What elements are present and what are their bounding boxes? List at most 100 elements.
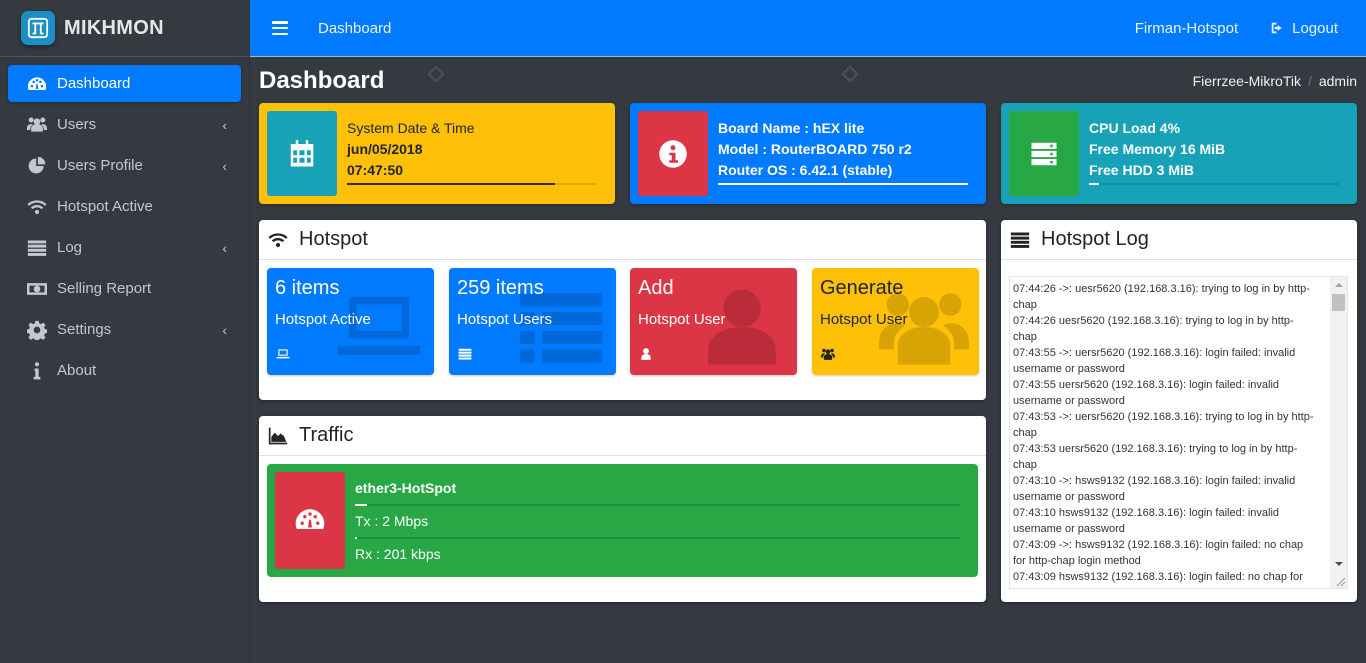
progress-fill <box>355 537 357 539</box>
hotspot-active-box[interactable]: 6 items Hotspot Active <box>267 268 434 375</box>
chevron-left-icon: ‹ <box>222 321 227 338</box>
main-content: Dashboard Fierrzee-MikroTik / admin System… <box>250 58 1366 663</box>
log-line: 07:43:09 hsws9132 (192.168.3.16): login … <box>1013 571 1303 588</box>
user-icon <box>639 347 653 361</box>
progress-fill <box>1089 183 1099 185</box>
chevron-left-icon: ‹ <box>222 239 227 256</box>
scroll-thumb[interactable] <box>1332 294 1345 311</box>
tachometer-icon <box>26 74 48 94</box>
sidebar-item-selling-report[interactable]: Selling Report <box>8 270 241 307</box>
sidebar-item-users[interactable]: Users ‹ <box>8 106 241 143</box>
traffic-card-title: Traffic <box>299 424 354 446</box>
chevron-left-icon: ‹ <box>222 116 227 133</box>
hotspot-active-label: Hotspot Active <box>275 311 371 328</box>
progress-fill <box>718 183 968 185</box>
progress-fill <box>355 504 368 506</box>
list-icon <box>458 347 472 361</box>
chevron-left-icon: ‹ <box>222 157 227 174</box>
tx-rate: Tx : 2 Mbps <box>355 513 429 529</box>
log-line: 07:44:26 ->: uesr5620 (192.168.3.16): tr… <box>1013 283 1310 311</box>
add-hotspot-user-box[interactable]: Add Hotspot User <box>630 268 797 375</box>
breadcrumb-item[interactable]: Fierrzee-MikroTik <box>1193 73 1301 89</box>
system-time: 07:47:50 <box>347 162 404 178</box>
add-user-label: Hotspot User <box>638 311 726 328</box>
info-box-datetime: System Date & Time jun/05/2018 07:47:50 <box>259 103 615 204</box>
logout-label: Logout <box>1292 19 1338 37</box>
sidebar-item-users-profile[interactable]: Users Profile ‹ <box>8 147 241 184</box>
hotspot-log-textarea[interactable]: 07:44:26 ->: uesr5620 (192.168.3.16): tr… <box>1009 276 1348 589</box>
breadcrumb-item: admin <box>1318 73 1357 89</box>
hotspot-active-count: 6 items <box>275 277 340 299</box>
users-icon <box>26 115 48 135</box>
sidebar-item-label: Users <box>57 116 97 133</box>
pie-chart-icon <box>26 156 48 176</box>
log-line: 07:43:55 ->: uersr5620 (192.168.3.16): l… <box>1013 347 1296 375</box>
hotspot-users-count: 259 items <box>457 277 544 299</box>
generate-user-label: Hotspot User <box>820 311 908 328</box>
router-os: Router OS : 6.42.1 (stable) <box>718 162 893 178</box>
laptop-icon <box>276 347 290 361</box>
generate-user-title: Generate <box>820 277 904 299</box>
traffic-card: Traffic ether3-HotSpot Tx : 2 Mbps Rx : … <box>259 416 986 602</box>
sidebar-nav: Dashboard Users ‹ Users Profile ‹ Hotspo… <box>0 57 249 389</box>
background-decoration <box>841 65 859 83</box>
brand-name: MIKHMON <box>64 16 164 39</box>
generate-hotspot-user-box[interactable]: Generate Hotspot User <box>812 268 979 375</box>
log-line: 07:44:26 uesr5620 (192.168.3.16): trying… <box>1013 315 1294 343</box>
logout-button[interactable]: Logout <box>1270 20 1338 37</box>
system-date: jun/05/2018 <box>347 141 423 157</box>
hotspot-name-link[interactable]: Firman-Hotspot <box>1135 20 1238 37</box>
log-line: 07:43:53 uersr5620 (192.168.3.16): tryin… <box>1013 443 1298 471</box>
log-scrollbar[interactable] <box>1330 277 1347 588</box>
add-user-title: Add <box>638 277 674 299</box>
free-hdd: Free HDD 3 MiB <box>1089 162 1195 178</box>
info-circle-icon <box>638 111 708 196</box>
hotspot-log-card: Hotspot Log 07:44:26 ->: uesr5620 (192.1… <box>1001 220 1357 602</box>
sidebar-item-about[interactable]: About <box>8 352 241 389</box>
board-progress <box>718 183 968 185</box>
list-icon <box>1010 232 1030 248</box>
sidebar: MIKHMON Dashboard Users ‹ Users Profile … <box>0 0 250 663</box>
log-line: 07:43:55 uersr5620 (192.168.3.16): login… <box>1013 379 1280 407</box>
resize-grip-icon[interactable] <box>1332 573 1346 587</box>
sidebar-item-label: Selling Report <box>57 280 152 297</box>
hotspot-card: Hotspot 6 items Hotspot Active 259 items… <box>259 220 986 400</box>
rx-progress <box>355 537 960 539</box>
cpu-load: CPU Load 4% <box>1089 120 1181 136</box>
breadcrumb: Fierrzee-MikroTik / admin <box>1192 73 1357 89</box>
info-box-resources: CPU Load 4% Free Memory 16 MiB Free HDD … <box>1001 103 1357 204</box>
sign-out-icon <box>1271 22 1282 34</box>
money-icon <box>26 279 48 299</box>
sidebar-item-log[interactable]: Log ‹ <box>8 229 241 266</box>
datetime-label: System Date & Time <box>347 120 475 136</box>
log-lines: 07:44:26 ->: uesr5620 (192.168.3.16): tr… <box>1013 281 1317 588</box>
hotspot-card-title: Hotspot <box>299 228 368 250</box>
hotspot-log-title: Hotspot Log <box>1041 228 1149 250</box>
scroll-down-arrow[interactable] <box>1330 556 1347 571</box>
board-name: Board Name : hEX lite <box>718 120 865 136</box>
wifi-icon <box>268 232 288 247</box>
hotspot-users-box[interactable]: 259 items Hotspot Users <box>449 268 616 375</box>
tachometer-icon <box>275 472 345 569</box>
gear-icon <box>26 320 48 340</box>
info-box-board: Board Name : hEX lite Model : RouterBOAR… <box>630 103 986 204</box>
brand[interactable]: MIKHMON <box>0 0 249 57</box>
list-icon <box>26 238 48 258</box>
page-title: Dashboard <box>259 67 385 94</box>
server-icon <box>1009 111 1079 196</box>
datetime-progress <box>347 183 597 185</box>
board-model: Model : RouterBOARD 750 r2 <box>718 141 912 157</box>
sidebar-item-settings[interactable]: Settings ‹ <box>8 311 241 348</box>
sidebar-item-label: Dashboard <box>57 75 131 92</box>
top-navbar: Dashboard Firman-Hotspot Logout <box>250 0 1366 57</box>
log-line: 07:43:10 hsws9132 (192.168.3.16): login … <box>1013 507 1280 535</box>
sidebar-item-hotspot-active[interactable]: Hotspot Active <box>8 188 241 225</box>
mikhmon-logo-icon <box>21 11 55 45</box>
cpu-progress <box>1089 183 1339 185</box>
sidebar-item-dashboard[interactable]: Dashboard <box>8 65 241 102</box>
log-line: 07:43:53 ->: uersr5620 (192.168.3.16): t… <box>1013 411 1314 439</box>
hamburger-icon[interactable] <box>272 21 288 35</box>
scroll-up-arrow[interactable] <box>1330 277 1347 292</box>
nav-link-dashboard[interactable]: Dashboard <box>318 20 391 37</box>
sidebar-item-label: Log <box>57 239 83 256</box>
